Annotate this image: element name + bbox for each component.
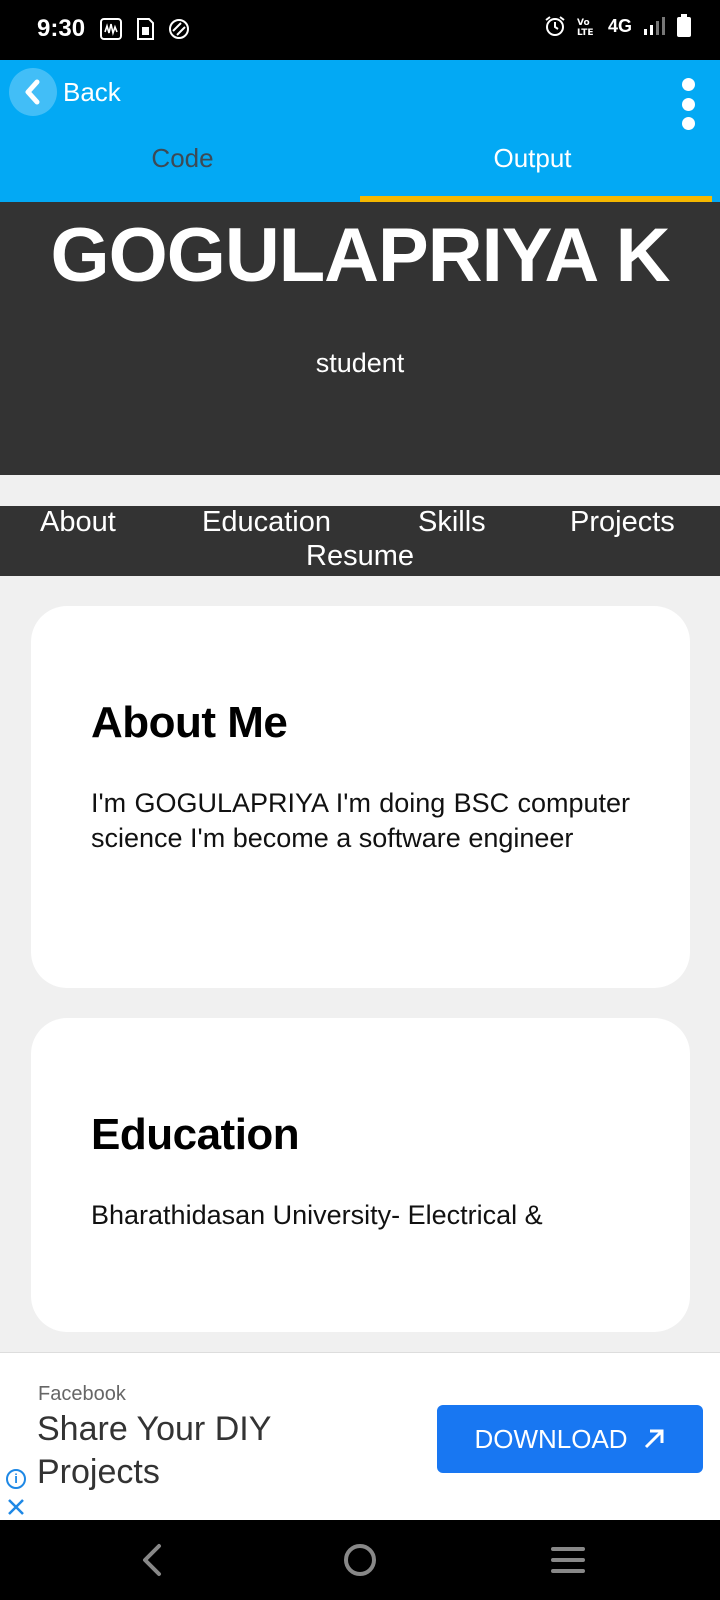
ad-close-icon[interactable] (6, 1497, 26, 1517)
hero-header: GOGULAPRIYA K student (0, 202, 720, 475)
more-menu-icon[interactable] (674, 78, 702, 130)
tab-code[interactable]: Code (10, 140, 355, 202)
output-webview: GOGULAPRIYA K student About Education Sk… (0, 202, 720, 1352)
svg-text:LTE: LTE (577, 28, 594, 37)
back-button[interactable]: Back (9, 68, 121, 116)
system-navigation-bar (0, 1520, 720, 1600)
nav-link-about[interactable]: About (40, 506, 116, 539)
about-card: About Me I'm GOGULAPRIYA I'm doing BSC c… (31, 606, 690, 988)
nav-link-skills[interactable]: Skills (418, 506, 486, 539)
nav-link-resume[interactable]: Resume (306, 540, 414, 573)
education-text: Bharathidasan University- Electrical & (91, 1200, 543, 1230)
nav-link-projects[interactable]: Projects (570, 506, 675, 539)
back-arrow-icon (9, 68, 57, 116)
subtitle: student (315, 348, 405, 378)
alarm-icon (545, 16, 565, 36)
site-nav: About Education Skills Projects Resume (0, 506, 720, 576)
signal-icon (644, 17, 665, 35)
ad-headline: Share Your DIY Projects (37, 1410, 271, 1491)
ad-cta-label: DOWNLOAD (474, 1423, 628, 1454)
ad-source: Facebook (38, 1383, 126, 1405)
page-title: GOGULAPRIYA K (50, 213, 670, 298)
no-disturb-icon (169, 19, 189, 39)
activity-icon (100, 18, 122, 40)
about-text: I'm GOGULAPRIYA I'm doing BSC computer s… (91, 788, 630, 853)
back-label: Back (63, 76, 121, 107)
sim-icon (137, 18, 154, 40)
external-arrow-icon (644, 1429, 664, 1449)
battery-icon (677, 14, 691, 37)
nav-recents-icon[interactable] (548, 1540, 588, 1580)
nav-link-education[interactable]: Education (202, 506, 331, 539)
tab-output[interactable]: Output (360, 140, 705, 202)
ad-info-icon[interactable]: i (6, 1469, 26, 1489)
nav-back-icon[interactable] (133, 1540, 173, 1580)
network-type: 4G (607, 15, 632, 36)
volte-icon: VoLTE (577, 18, 594, 37)
ad-banner[interactable]: Facebook Share Your DIY Projects DOWNLOA… (0, 1352, 720, 1520)
ad-download-button[interactable]: DOWNLOAD (437, 1405, 703, 1473)
nav-home-icon[interactable] (340, 1540, 380, 1580)
app-bar: Back Code Output (0, 60, 720, 202)
education-card: Education Bharathidasan University- Elec… (31, 1018, 690, 1332)
status-time: 9:30 (37, 15, 86, 42)
about-heading: About Me (91, 698, 288, 747)
education-heading: Education (91, 1110, 300, 1159)
svg-text:Vo: Vo (577, 18, 590, 28)
status-bar: 9:30 Vo LTE 4G (0, 0, 720, 60)
